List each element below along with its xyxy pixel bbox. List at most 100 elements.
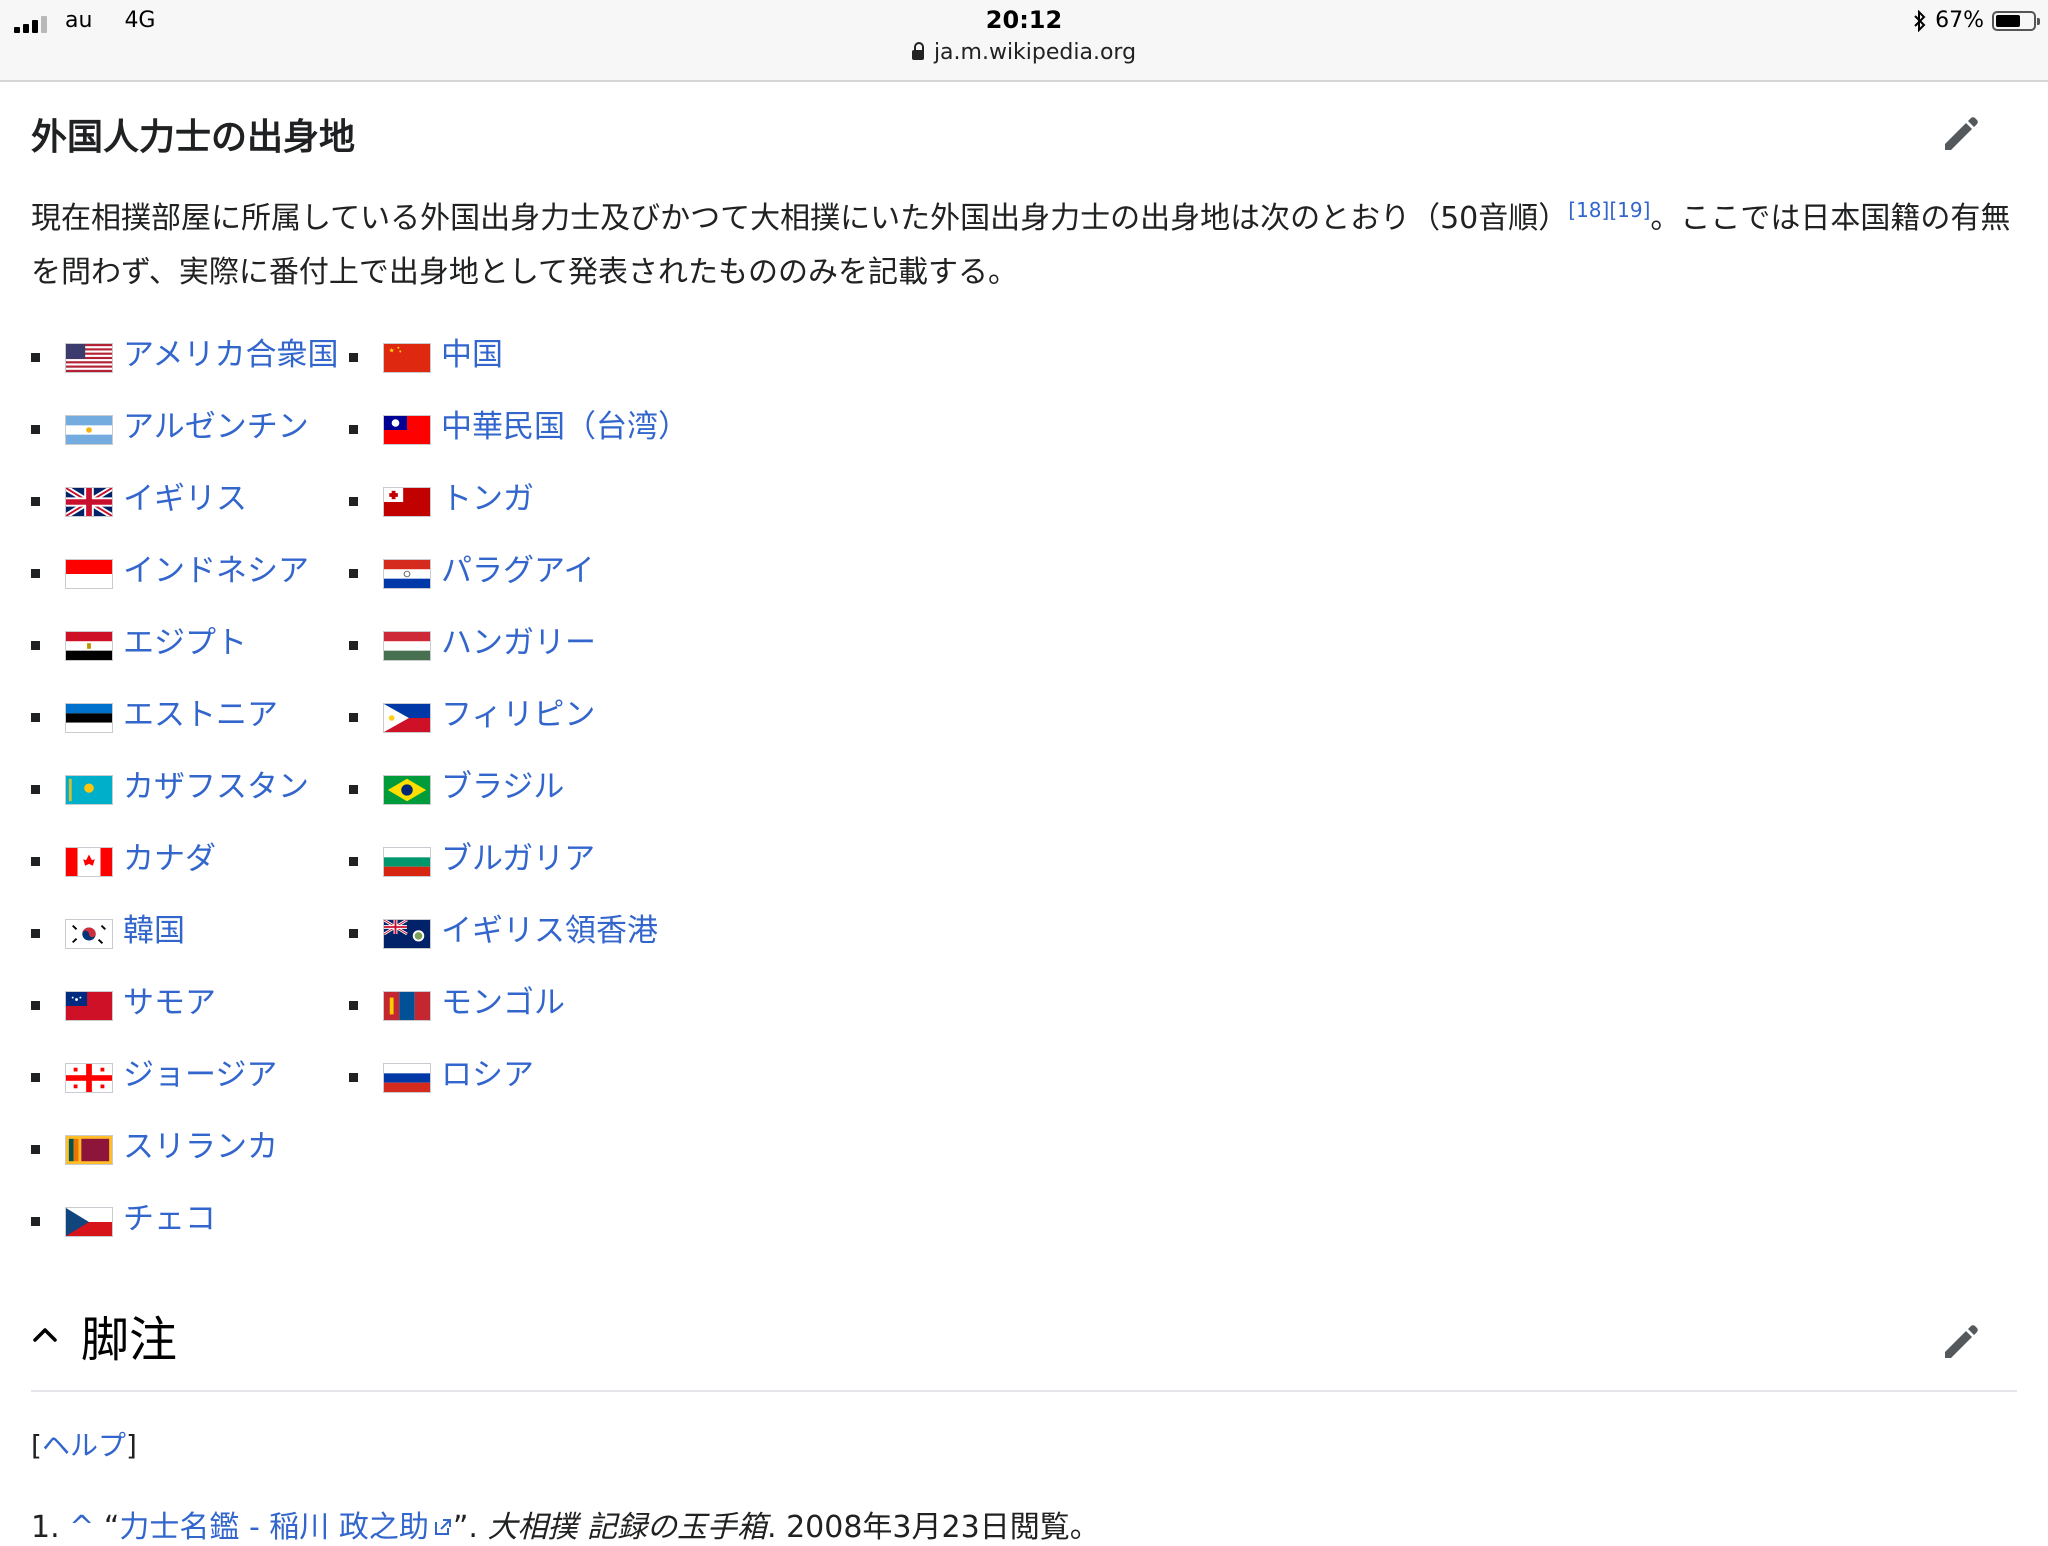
list-bullet [31,353,40,362]
russia-flag-icon [383,1063,431,1093]
country-link[interactable]: サモア [123,977,216,1029]
tonga-flag-icon [383,487,431,517]
list-bullet [31,1217,40,1226]
paraguay-flag-icon [383,559,431,589]
country-link[interactable]: 中華民国（台湾） [441,401,689,453]
country-link[interactable]: カナダ [123,833,216,885]
section-title: 外国人力士の出身地 [31,117,356,158]
list-bullet [349,785,358,794]
country-link[interactable]: ブラジル [441,761,564,813]
country-link[interactable]: エストニア [123,689,278,741]
country-link[interactable]: フィリピン [441,689,595,741]
citation-link[interactable]: [18][19] [1568,198,1650,222]
chevron-up-icon[interactable] [31,1321,59,1349]
sri-lanka-flag-icon [65,1135,113,1165]
country-link[interactable]: イギリス [123,473,247,525]
url-text: ja.m.wikipedia.org [933,40,1137,65]
list-bullet [31,857,40,866]
edit-section-pencil-icon[interactable] [1937,110,1985,158]
brazil-flag-icon [383,775,431,805]
bluetooth-icon [1914,9,1926,32]
list-bullet [31,785,40,794]
georgia-flag-icon [65,1063,113,1093]
country-link[interactable]: アメリカ合衆国 [123,329,338,381]
list-bullet [31,497,40,506]
battery-percent: 67% [1935,8,1984,33]
list-bullet [349,353,358,362]
country-link[interactable]: ハンガリー [441,617,596,669]
reference-link[interactable]: 力士名鑑 - 稲川 政之助 [119,1510,428,1545]
footnotes-heading[interactable]: 脚注 [31,1300,177,1370]
country-link[interactable]: モンゴル [441,977,565,1029]
list-bullet [349,425,358,434]
czech-flag-icon [65,1207,113,1237]
indonesia-flag-icon [65,559,113,589]
list-bullet [31,641,40,650]
footnotes-title: 脚注 [81,1312,178,1368]
estonia-flag-icon [65,703,113,733]
help-bracket-close: ] [125,1429,137,1462]
address-bar[interactable]: ja.m.wikipedia.org [0,40,2048,65]
philippines-flag-icon [383,703,431,733]
us-flag-icon [65,343,113,373]
list-bullet [349,641,358,650]
country-link[interactable]: トンガ [441,473,534,525]
battery-icon [1992,10,2040,31]
country-link[interactable]: イギリス領香港 [441,905,658,957]
mongolia-flag-icon [383,991,431,1021]
korea-flag-icon [65,919,113,949]
canada-flag-icon [65,847,113,877]
list-bullet [31,569,40,578]
help-link[interactable]: ヘルプ [42,1429,126,1462]
quote-close: ”. [452,1510,488,1545]
reference-source: 大相撲 記録の玉手箱 [487,1510,768,1545]
country-link[interactable]: ロシア [441,1049,534,1101]
external-link-icon [434,1519,451,1535]
country-link[interactable]: 中国 [441,329,503,381]
country-link[interactable]: カザフスタン [123,761,309,813]
country-link[interactable]: 韓国 [123,905,185,957]
reference-access-date: . 2008年3月23日閲覧。 [767,1510,1100,1545]
uk-flag-icon [65,487,113,517]
list-bullet [349,857,358,866]
list-bullet [349,929,358,938]
hungary-flag-icon [383,631,431,661]
argentina-flag-icon [65,415,113,445]
status-bar: au 4G 20:12 ja.m.wikipedia.org 67% [0,0,2048,82]
list-bullet [31,425,40,434]
country-link[interactable]: ジョージア [123,1049,277,1101]
country-link[interactable]: ブルガリア [441,833,595,885]
list-bullet [349,497,358,506]
intro-paragraph: 現在相撲部屋に所属している外国出身力士及びかつて大相撲にいた外国出身力士の出身地… [31,192,2011,300]
country-link[interactable]: パラグアイ [441,545,594,597]
help-note: [ヘルプ] [31,1424,137,1464]
bulgaria-flag-icon [383,847,431,877]
egypt-flag-icon [65,631,113,661]
list-bullet [31,1073,40,1082]
section-divider [31,1390,2017,1392]
list-bullet [349,1073,358,1082]
samoa-flag-icon [65,991,113,1021]
edit-footnotes-pencil-icon[interactable] [1937,1318,1985,1366]
list-bullet [349,713,358,722]
status-right: 67% [1913,8,2040,33]
lock-icon [911,42,924,60]
list-bullet [31,713,40,722]
hong-kong-flag-icon [383,919,431,949]
backlink-caret[interactable]: ^ [69,1510,94,1545]
country-link[interactable]: チェコ [123,1193,216,1245]
country-link[interactable]: エジプト [123,617,247,669]
taiwan-flag-icon [383,415,431,445]
country-link[interactable]: スリランカ [123,1121,278,1173]
country-link[interactable]: アルゼンチン [123,401,309,453]
country-link[interactable]: インドネシア [123,545,309,597]
list-bullet [31,1001,40,1010]
kazakhstan-flag-icon [65,775,113,805]
list-bullet [31,1145,40,1154]
reference-item: 1. ^ “力士名鑑 - 稲川 政之助 ”. 大相撲 記録の玉手箱. 2008年3… [31,1502,1100,1546]
quote-open: “ [103,1510,120,1545]
help-bracket-open: [ [31,1429,42,1462]
clock: 20:12 [985,6,1063,34]
intro-text: 現在相撲部屋に所属している外国出身力士及びかつて大相撲にいた外国出身力士の出身地… [31,201,1569,236]
list-bullet [349,1001,358,1010]
